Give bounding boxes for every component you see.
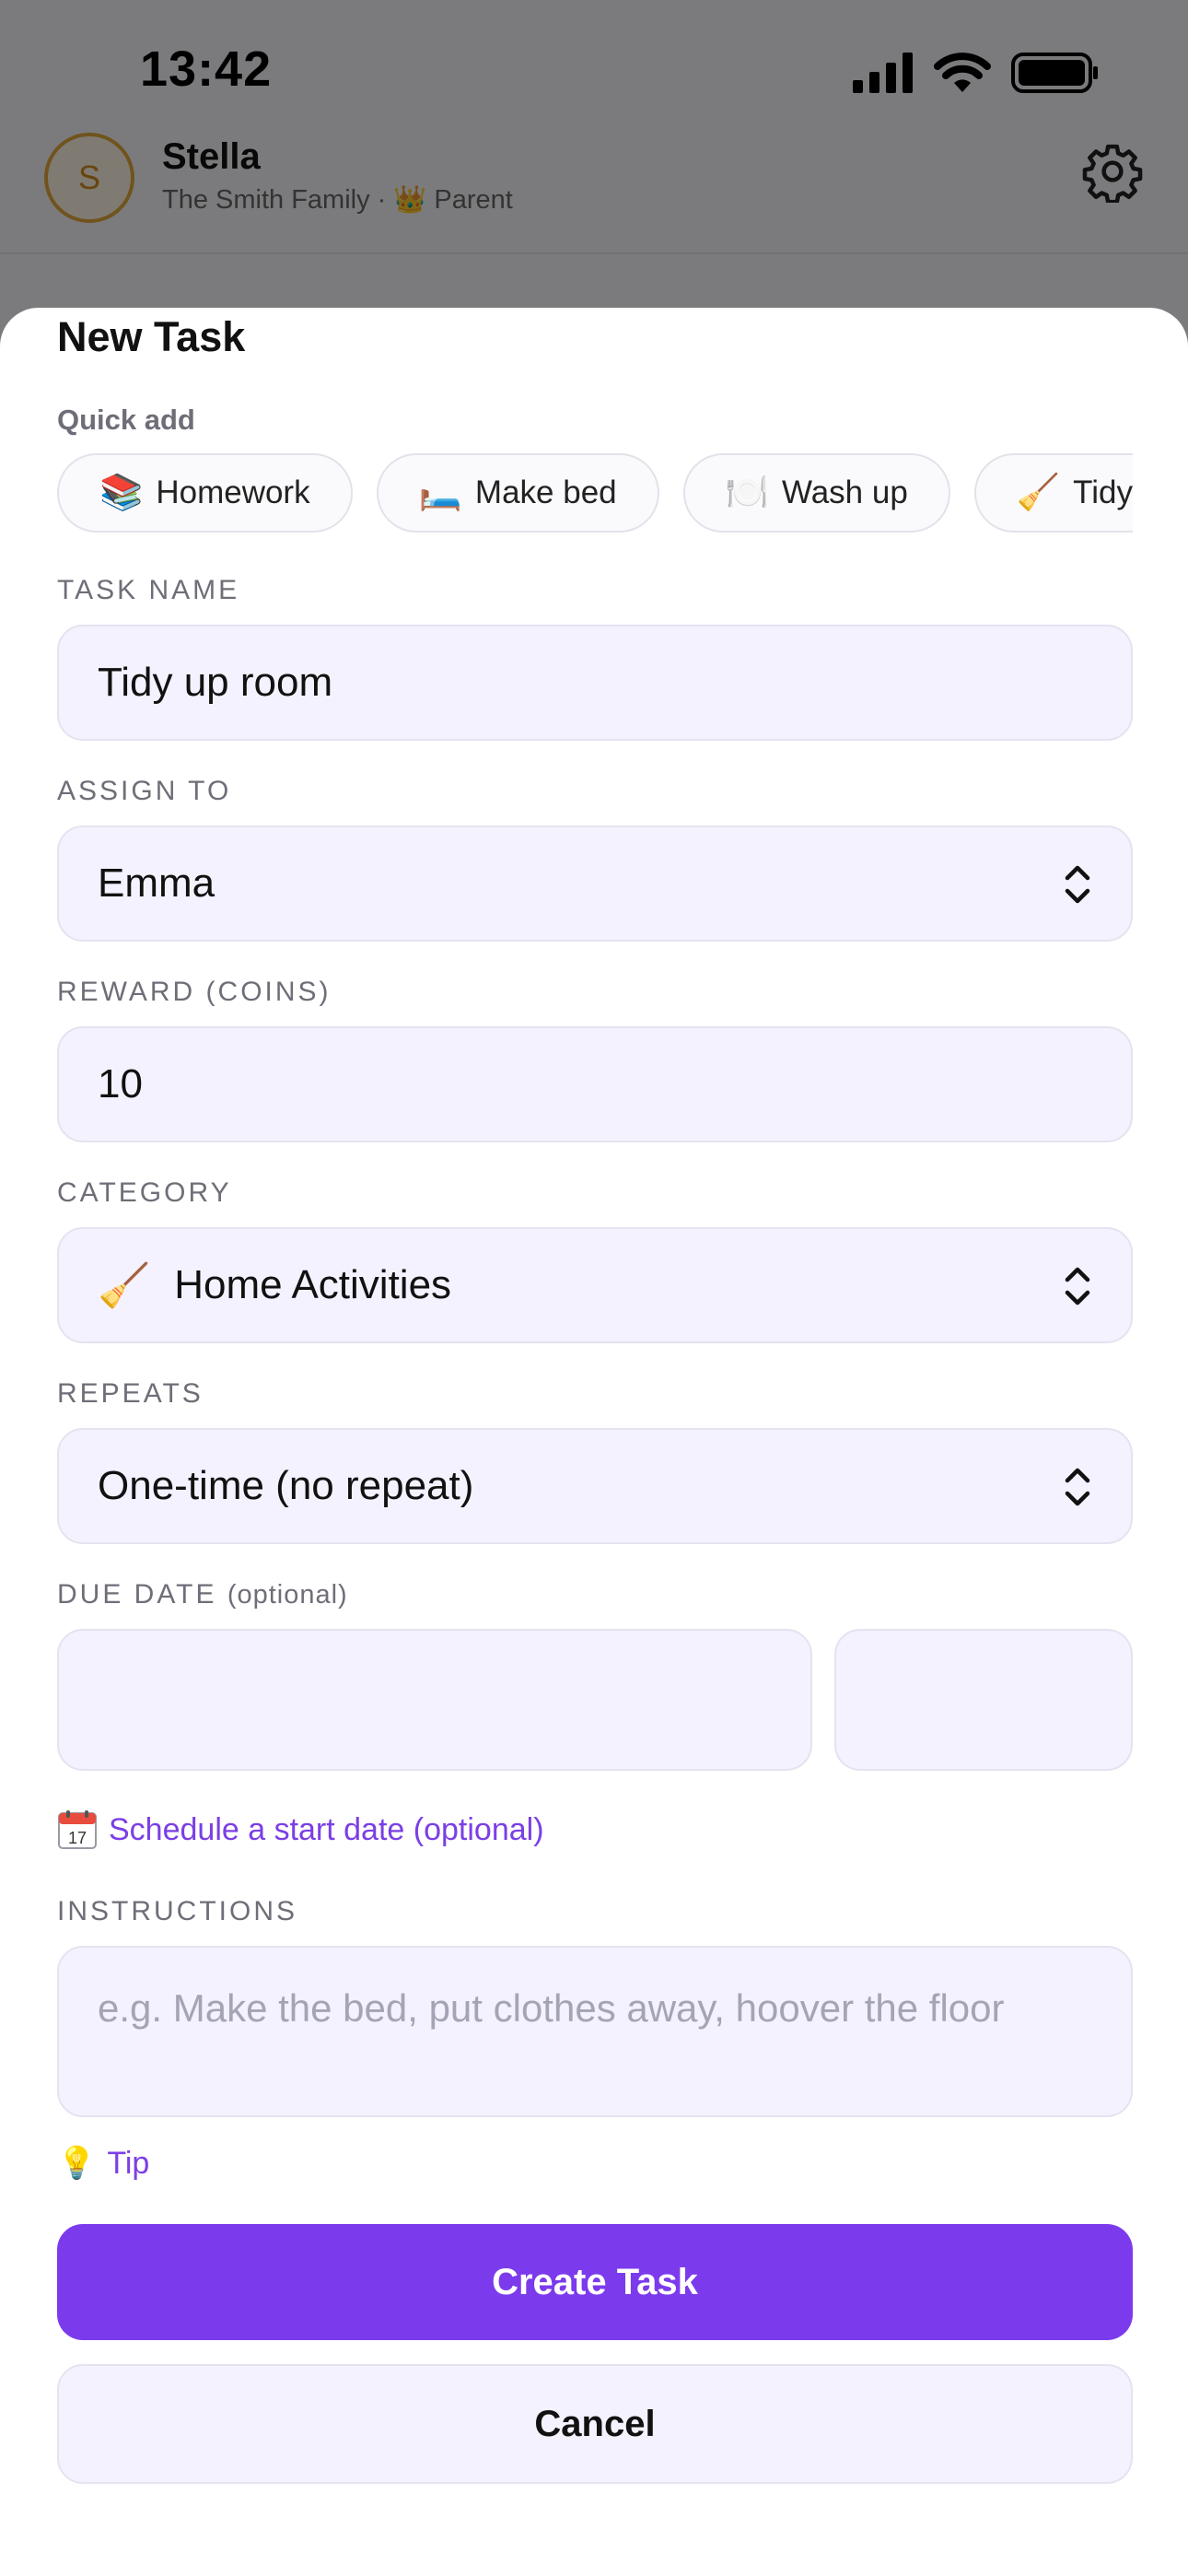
instructions-label: INSTRUCTIONS [57,1896,297,1926]
category-value: Home Activities [174,1262,452,1307]
assign-to-select[interactable]: Emma [57,825,1133,942]
quick-add-scroller[interactable]: 📚 Homework 🛏️ Make bed 🍽️ Wash up 🧹 Tidy… [57,453,1133,536]
lightbulb-icon: 💡 [57,2146,97,2181]
repeats-select[interactable]: One-time (no repeat) [57,1428,1133,1544]
cancel-button[interactable]: Cancel [57,2364,1133,2484]
chip-label: Tidy up room [1073,474,1133,510]
repeats-label: REPEATS [57,1378,204,1409]
category-select[interactable]: 🧹 Home Activities [57,1227,1133,1343]
reward-value: 10 [98,1061,143,1107]
screen: 13:42 [0,0,1188,2576]
repeats-value: One-time (no repeat) [98,1463,474,1508]
due-date-optional: (optional) [227,1580,348,1610]
broom-icon: 🧹 [1016,474,1061,512]
task-name-input[interactable]: Tidy up room [57,625,1133,741]
quick-add-chips: 📚 Homework 🛏️ Make bed 🍽️ Wash up 🧹 Tidy… [57,453,1133,533]
schedule-link-label: Schedule a start date (optional) [109,1811,544,1847]
quick-add-label: Quick add [57,404,195,436]
category-label: CATEGORY [57,1177,232,1208]
quick-add-chip-homework[interactable]: 📚 Homework [57,453,353,533]
chip-label: Make bed [474,474,617,510]
due-date-input[interactable] [57,1629,812,1771]
chip-label: Homework [156,474,310,510]
calendar-icon: 17 [58,1810,97,1849]
sheet-title: New Task [57,313,246,360]
quick-add-chip-make-bed[interactable]: 🛏️ Make bed [376,453,659,533]
due-date-label: DUE DATE (optional) [57,1579,348,1610]
due-date-label-text: DUE DATE [57,1579,217,1610]
tip-label: Tip [107,2145,150,2181]
due-time-input[interactable] [834,1629,1133,1771]
assign-to-value: Emma [98,861,215,906]
books-icon: 📚 [99,474,144,512]
calendar-day: 17 [68,1829,87,1847]
broom-icon: 🧹 [98,1260,151,1309]
bed-icon: 🛏️ [418,474,462,512]
tip-link[interactable]: 💡 Tip [57,2145,149,2182]
instructions-textarea[interactable]: e.g. Make the bed, put clothes away, hoo… [57,1946,1133,2117]
task-name-value: Tidy up room [98,660,333,705]
task-name-label: TASK NAME [57,575,240,605]
chevron-up-down-icon [1065,1267,1090,1306]
plate-icon: 🍽️ [725,474,769,512]
reward-label: REWARD (COINS) [57,977,332,1007]
reward-input[interactable]: 10 [57,1026,1133,1142]
create-task-button[interactable]: Create Task [57,2224,1133,2340]
chevron-up-down-icon [1065,865,1090,904]
quick-add-chip-tidy-up[interactable]: 🧹 Tidy up room [973,453,1133,533]
schedule-start-date-link[interactable]: 17 Schedule a start date (optional) [57,1809,544,1850]
chevron-up-down-icon [1065,1468,1090,1506]
assign-to-label: ASSIGN TO [57,776,232,806]
chip-label: Wash up [781,474,908,510]
new-task-sheet: New Task Quick add 📚 Homework 🛏️ Make be… [0,308,1188,2576]
quick-add-chip-wash-up[interactable]: 🍽️ Wash up [682,453,950,533]
